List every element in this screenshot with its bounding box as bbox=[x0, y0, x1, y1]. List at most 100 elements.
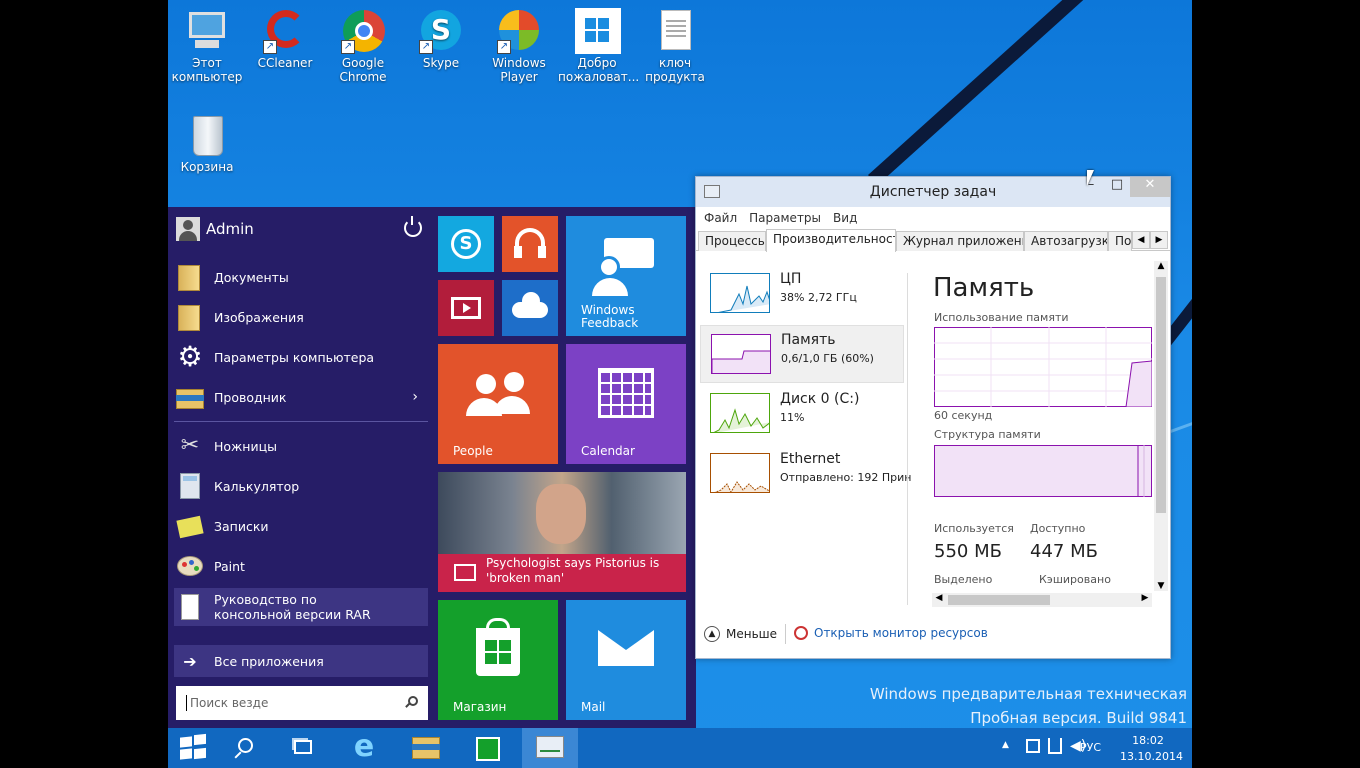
cpu-label: ЦП bbox=[780, 271, 802, 287]
task-view-button[interactable] bbox=[276, 728, 328, 768]
tab-startup[interactable]: Автозагрузка bbox=[1024, 231, 1108, 251]
desktop-icon-ccleaner[interactable]: ↗ CCleaner bbox=[246, 6, 324, 70]
tile-video[interactable] bbox=[438, 280, 494, 336]
ethernet-label: Ethernet bbox=[780, 451, 841, 467]
chevron-left-icon[interactable]: ◀ bbox=[1132, 231, 1150, 249]
person-silhouette bbox=[598, 256, 620, 278]
maximize-button[interactable]: □ bbox=[1104, 177, 1130, 197]
perf-item-memory[interactable]: Память 0,6/1,0 ГБ (60%) bbox=[700, 325, 904, 383]
menu-bar: Файл Параметры Вид bbox=[696, 207, 1170, 229]
desktop-icon-product-key[interactable]: ключ продукта bbox=[636, 6, 714, 84]
panel-divider bbox=[907, 273, 908, 605]
search-input[interactable]: Поиск везде bbox=[176, 686, 428, 720]
tab-performance[interactable]: Производительность bbox=[766, 229, 896, 252]
taskbar-store[interactable] bbox=[460, 728, 516, 768]
desktop-icon-chrome[interactable]: ↗ Google Chrome bbox=[324, 6, 402, 84]
power-icon[interactable] bbox=[404, 216, 422, 237]
title-bar[interactable]: Диспетчер задач – □ ✕ bbox=[696, 177, 1170, 207]
action-center-icon[interactable] bbox=[1026, 739, 1040, 753]
language-indicator[interactable]: РУС bbox=[1080, 741, 1101, 754]
close-button[interactable]: ✕ bbox=[1130, 177, 1170, 197]
tile-mail[interactable]: Mail bbox=[566, 600, 686, 720]
tab-app-history[interactable]: Журнал приложений bbox=[896, 231, 1024, 251]
news-headline: Psychologist says Pistorius is 'broken m… bbox=[486, 556, 660, 585]
scroll-right-arrow-icon[interactable]: ▶ bbox=[1138, 593, 1152, 603]
menu-view[interactable]: Вид bbox=[833, 211, 857, 225]
memory-structure-bar bbox=[934, 445, 1152, 497]
start-item-calculator[interactable]: Калькулятор bbox=[174, 468, 428, 504]
committed-label: Выделено bbox=[934, 573, 993, 586]
footer-divider bbox=[785, 624, 786, 644]
taskbar-internet-explorer[interactable]: e bbox=[336, 728, 392, 768]
tile-skype[interactable]: S bbox=[438, 216, 494, 272]
scroll-left-arrow-icon[interactable]: ◀ bbox=[932, 593, 946, 603]
all-apps-button[interactable]: ➔ Все приложения bbox=[174, 645, 428, 677]
clock-date: 13.10.2014 bbox=[1120, 750, 1183, 763]
envelope-flap bbox=[598, 630, 654, 650]
tile-windows-feedback[interactable]: Windows Feedback bbox=[566, 216, 686, 336]
perf-item-disk[interactable]: Диск 0 (C:) 11% bbox=[700, 385, 904, 443]
scroll-up-arrow-icon[interactable]: ▲ bbox=[1154, 261, 1168, 271]
media-player-icon: ↗ bbox=[495, 6, 543, 54]
tile-news[interactable]: Psychologist says Pistorius is 'broken m… bbox=[438, 472, 686, 592]
chevron-right-icon[interactable]: ▶ bbox=[1150, 231, 1168, 249]
start-item-documents[interactable]: Документы bbox=[174, 259, 428, 295]
in-use-label: Используется bbox=[934, 522, 1014, 535]
available-label: Доступно bbox=[1030, 522, 1086, 535]
desktop-icon-recycle-bin[interactable]: Корзина bbox=[168, 110, 246, 174]
start-item-snipping-tool[interactable]: ✂ Ножницы bbox=[174, 428, 428, 464]
scissors-icon: ✂ bbox=[180, 433, 200, 458]
desktop-icon-windows-player[interactable]: ↗ Windows Player bbox=[480, 6, 558, 84]
scroll-thumb[interactable] bbox=[1156, 277, 1166, 513]
desktop-icon-welcome[interactable]: Добро пожаловат... bbox=[558, 6, 639, 84]
desktop-icon-this-pc[interactable]: Этот компьютер bbox=[168, 6, 246, 84]
horizontal-scrollbar[interactable]: ◀ ▶ bbox=[932, 593, 1152, 607]
tile-music[interactable] bbox=[502, 216, 558, 272]
windows-logo-icon bbox=[485, 640, 497, 651]
task-view-icon bbox=[294, 740, 312, 754]
taskbar-file-explorer[interactable] bbox=[398, 728, 454, 768]
start-item-paint[interactable]: Paint bbox=[174, 548, 428, 584]
perf-item-cpu[interactable]: ЦП 38% 2,72 ГГц bbox=[700, 265, 904, 323]
menu-file[interactable]: Файл bbox=[704, 211, 737, 225]
tab-processes[interactable]: Процессы bbox=[698, 231, 766, 251]
perf-item-ethernet[interactable]: Ethernet Отправлено: 192 Прин bbox=[700, 445, 911, 503]
search-icon[interactable] bbox=[408, 696, 418, 706]
taskbar-task-manager[interactable] bbox=[522, 728, 578, 768]
chevron-up-icon[interactable]: ▲ bbox=[1002, 740, 1009, 750]
arrow-right-icon: ➔ bbox=[183, 651, 197, 671]
clock[interactable]: 18:02 13.10.2014 bbox=[1120, 733, 1183, 765]
vertical-scrollbar[interactable]: ▲ ▼ bbox=[1154, 261, 1168, 591]
tile-people[interactable]: People bbox=[438, 344, 558, 464]
tab-more[interactable]: По... bbox=[1108, 231, 1132, 251]
person-silhouette bbox=[592, 278, 628, 296]
paint-icon bbox=[174, 550, 206, 582]
chevron-right-icon[interactable]: › bbox=[412, 389, 418, 405]
start-button[interactable] bbox=[168, 728, 218, 768]
store-icon bbox=[476, 628, 520, 676]
menu-options[interactable]: Параметры bbox=[749, 211, 821, 225]
start-item-rar-guide[interactable]: Руководство по консольной версии RAR bbox=[174, 588, 428, 626]
play-icon bbox=[463, 303, 471, 313]
build-watermark: Windows предварительная техническая Проб… bbox=[870, 682, 1187, 730]
tile-onedrive[interactable] bbox=[502, 280, 558, 336]
sticky-notes-icon bbox=[174, 510, 206, 542]
user-account[interactable]: Admin bbox=[176, 215, 428, 243]
search-button[interactable] bbox=[220, 728, 272, 768]
desktop-icon-skype[interactable]: S ↗ Skype bbox=[402, 6, 480, 70]
scroll-down-arrow-icon[interactable]: ▼ bbox=[1154, 581, 1168, 591]
start-item-pictures[interactable]: Изображения bbox=[174, 299, 428, 335]
open-resource-monitor-link[interactable]: Открыть монитор ресурсов bbox=[794, 626, 988, 640]
folder-icon bbox=[174, 301, 206, 333]
desktop[interactable]: Этот компьютер ↗ CCleaner ↗ Google Chrom… bbox=[168, 0, 1192, 768]
tile-store[interactable]: Магазин bbox=[438, 600, 558, 720]
scroll-thumb[interactable] bbox=[948, 595, 1050, 605]
fewer-details-button[interactable]: ▲ Меньше bbox=[704, 626, 777, 642]
start-item-sticky-notes[interactable]: Записки bbox=[174, 508, 428, 544]
start-item-pc-settings[interactable]: ⚙ Параметры компьютера bbox=[174, 339, 428, 375]
tile-calendar[interactable]: Calendar bbox=[566, 344, 686, 464]
windows-logo-icon bbox=[180, 736, 192, 748]
memory-label: Память bbox=[781, 332, 836, 348]
network-icon[interactable] bbox=[1048, 738, 1062, 754]
start-item-explorer[interactable]: Проводник › bbox=[174, 379, 428, 415]
